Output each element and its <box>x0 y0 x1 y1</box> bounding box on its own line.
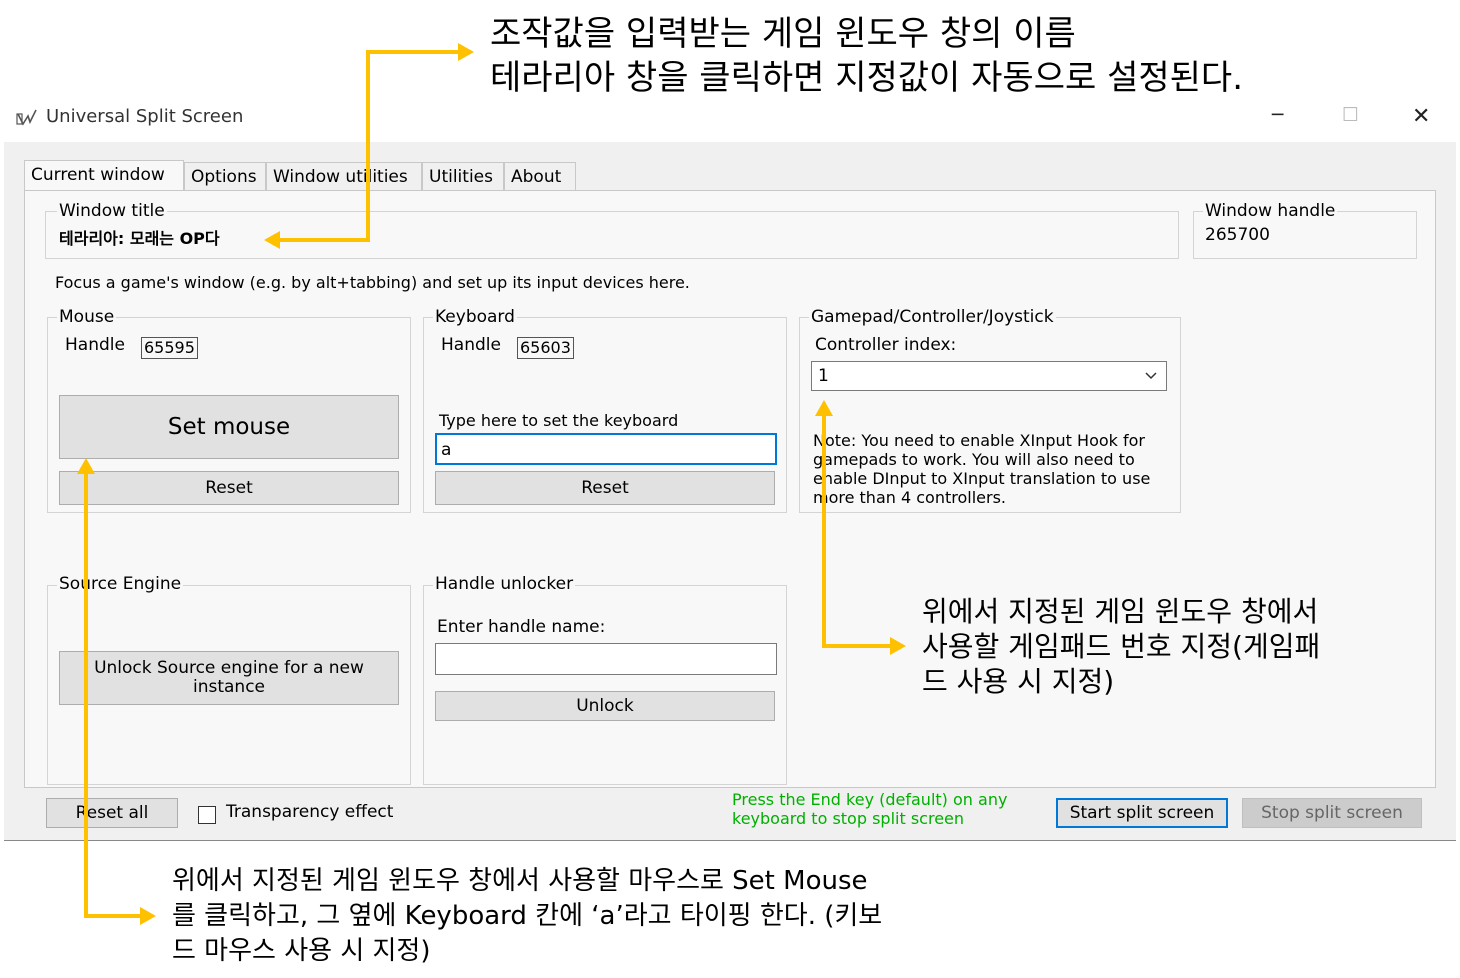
arrow-bottom <box>84 466 148 918</box>
arrowhead-bottom-right <box>140 907 156 925</box>
arrowhead-right-right <box>890 637 906 655</box>
arrow-right <box>822 408 898 648</box>
arrowhead-top-left <box>264 231 280 249</box>
arrow-top <box>272 50 468 242</box>
arrowhead-right-up <box>815 400 833 416</box>
annotation-arrows <box>77 43 906 925</box>
arrowhead-bottom-up <box>77 458 95 474</box>
arrowhead-top-right <box>458 43 474 61</box>
